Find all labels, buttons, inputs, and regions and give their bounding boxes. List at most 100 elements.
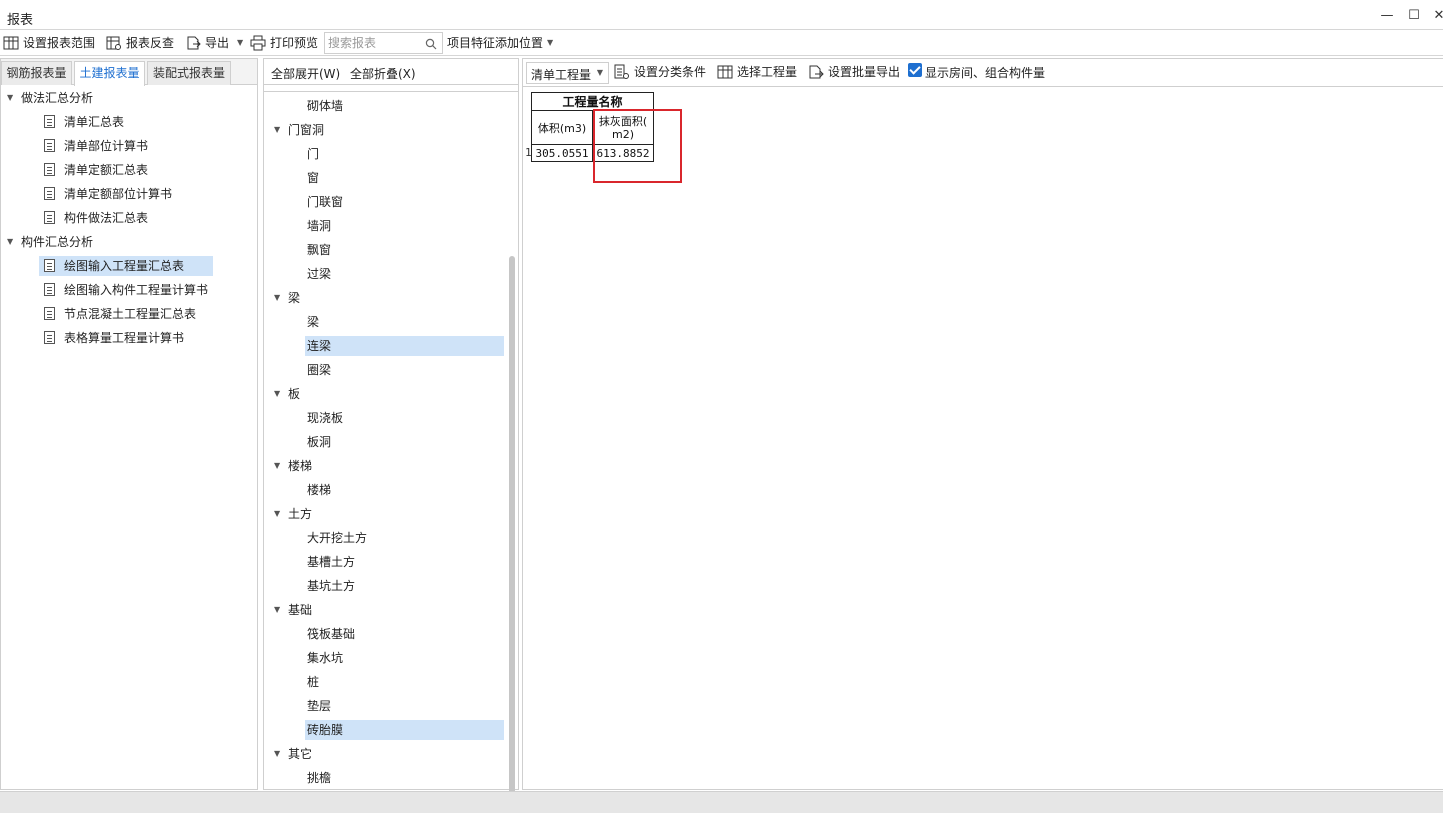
tree-group-beam[interactable]: ▼ 梁 — [274, 288, 504, 308]
set-report-range-button[interactable]: 设置报表范围 — [3, 33, 103, 53]
quantity-type-select[interactable]: 清单工程量 ▼ — [526, 62, 609, 84]
tree-leaf[interactable]: 大开挖土方 — [307, 528, 504, 548]
document-icon — [44, 211, 55, 224]
document-icon — [44, 115, 55, 128]
collapse-all-button[interactable]: 全部折叠(X) — [350, 65, 416, 82]
document-icon — [44, 187, 55, 200]
report-view-panel: 清单工程量 ▼ 设置分类条件 选择工程量 设置批量导出 显示房间、组合构件量 工… — [522, 58, 1443, 790]
minimize-button[interactable]: — — [1377, 6, 1397, 26]
report-category-panel: 钢筋报表量 土建报表量 装配式报表量 ▼ 做法汇总分析 清单汇总表 清单部位计算… — [0, 58, 258, 790]
maximize-button[interactable]: ☐ — [1404, 6, 1424, 26]
expand-triangle-icon[interactable]: ▼ — [274, 288, 280, 308]
annotation-highlight-box — [593, 109, 682, 183]
document-icon — [44, 307, 55, 320]
set-category-button[interactable]: 设置分类条件 — [614, 62, 710, 82]
expand-triangle-icon[interactable]: ▼ — [274, 120, 280, 140]
print-preview-button[interactable]: 打印预览 — [250, 33, 320, 53]
document-icon — [44, 283, 55, 296]
tree-leaf-selected[interactable]: 砖胎膜 — [305, 720, 504, 740]
tree-group-stairs[interactable]: ▼ 楼梯 — [274, 456, 504, 476]
tree-item-drawing-quantity-summary[interactable]: 绘图输入工程量汇总表 — [39, 256, 213, 276]
tree-group-foundation[interactable]: ▼ 基础 — [274, 600, 504, 620]
table-cell-volume[interactable]: 305.0551 — [531, 144, 593, 162]
batch-export-button[interactable]: 设置批量导出 — [808, 62, 904, 82]
tab-prefab-report[interactable]: 装配式报表量 — [147, 61, 231, 85]
component-tree: 砌体墙 ▼ 门窗洞 门 窗 门联窗 墙洞 飘窗 过梁 ▼ 梁 梁 连梁 圈梁 ▼ 板 … — [264, 91, 518, 812]
show-rooms-checkbox[interactable] — [908, 63, 922, 77]
chevron-down-icon: ▼ — [547, 38, 554, 47]
tree-leaf[interactable]: 挑檐 — [307, 768, 504, 788]
document-icon — [44, 331, 55, 344]
expand-triangle-icon[interactable]: ▼ — [274, 456, 280, 476]
tree-item-component-method-summary[interactable]: 构件做法汇总表 — [39, 208, 213, 228]
tree-item-bill-quota-summary[interactable]: 清单定额汇总表 — [39, 160, 213, 180]
tab-civil-report[interactable]: 土建报表量 — [74, 61, 145, 86]
tree-leaf[interactable]: 桩 — [307, 672, 504, 692]
tree-group-other[interactable]: ▼ 其它 — [274, 744, 504, 764]
window-title: 报表 — [7, 13, 34, 28]
document-icon — [44, 259, 55, 272]
expand-triangle-icon[interactable]: ▼ — [274, 504, 280, 524]
tree-leaf[interactable]: 楼梯 — [307, 480, 504, 500]
tree-item-table-quantity-calc[interactable]: 表格算量工程量计算书 — [39, 328, 239, 348]
feature-position-dropdown[interactable]: 项目特征添加位置 ▼ — [447, 33, 557, 53]
tree-scrollbar[interactable] — [509, 256, 515, 812]
expand-triangle-icon[interactable]: ▼ — [274, 600, 280, 620]
select-quantity-button[interactable]: 选择工程量 — [717, 62, 799, 82]
table-header-group: 工程量名称 — [531, 92, 654, 111]
tree-item-drawing-component-calc[interactable]: 绘图输入构件工程量计算书 — [39, 280, 239, 300]
tree-leaf[interactable]: 板洞 — [307, 432, 504, 452]
expand-triangle-icon[interactable]: ▼ — [274, 744, 280, 764]
tree-group-door-window[interactable]: ▼ 门窗洞 — [274, 120, 504, 140]
tree-leaf-selected[interactable]: 连梁 — [305, 336, 504, 356]
tree-leaf[interactable]: 现浇板 — [307, 408, 504, 428]
expand-triangle-icon[interactable]: ▼ — [7, 88, 13, 108]
report-reverse-check-button[interactable]: 报表反查 — [106, 33, 180, 53]
tree-leaf[interactable]: 门联窗 — [307, 192, 504, 212]
export-button[interactable]: 导出 ▼ — [185, 33, 245, 53]
title-bar: 报表 — ☐ ✕ — [0, 0, 1443, 30]
tree-leaf[interactable]: 窗 — [307, 168, 504, 188]
tree-leaf[interactable]: 门 — [307, 144, 504, 164]
tree-leaf[interactable]: 垫层 — [307, 696, 504, 716]
tree-group-slab[interactable]: ▼ 板 — [274, 384, 504, 404]
tree-leaf[interactable]: 梁 — [307, 312, 504, 332]
expand-triangle-icon[interactable]: ▼ — [274, 384, 280, 404]
grid-range-icon — [3, 36, 19, 50]
tree-group-earthwork[interactable]: ▼ 土方 — [274, 504, 504, 524]
tree-leaf[interactable]: 飘窗 — [307, 240, 504, 260]
tree-leaf[interactable]: 筏板基础 — [307, 624, 504, 644]
tree-leaf[interactable]: 圈梁 — [307, 360, 504, 380]
component-tree-panel: 全部展开(W) 全部折叠(X) 砌体墙 ▼ 门窗洞 门 窗 门联窗 墙洞 飘窗 过… — [263, 58, 519, 812]
show-rooms-label: 显示房间、组合构件量 — [925, 66, 1046, 80]
document-icon — [44, 163, 55, 176]
tab-rebar-report[interactable]: 钢筋报表量 — [1, 61, 72, 85]
tree-item-bill-location-calc[interactable]: 清单部位计算书 — [39, 136, 213, 156]
tree-leaf[interactable]: 集水坑 — [307, 648, 504, 668]
tree-leaf[interactable]: 砌体墙 — [307, 96, 504, 116]
report-toolbar: 清单工程量 ▼ 设置分类条件 选择工程量 设置批量导出 显示房间、组合构件量 — [523, 59, 1443, 87]
search-report-box — [324, 32, 443, 54]
tree-leaf[interactable]: 墙洞 — [307, 216, 504, 236]
tree-group-component-summary[interactable]: ▼ 构件汇总分析 — [7, 232, 247, 252]
main-toolbar: 设置报表范围 报表反查 导出 ▼ 打印预览 项目特征添加位置 ▼ — [0, 30, 1443, 56]
tree-item-bill-quota-location-calc[interactable]: 清单定额部位计算书 — [39, 184, 213, 204]
report-tabs: 钢筋报表量 土建报表量 装配式报表量 — [1, 59, 257, 86]
column-header-volume: 体积(m3) — [531, 110, 593, 145]
search-report-input[interactable] — [328, 35, 420, 51]
tree-group-method-summary[interactable]: ▼ 做法汇总分析 — [7, 88, 247, 108]
tree-leaf[interactable]: 基槽土方 — [307, 552, 504, 572]
tree-header-bar: 全部展开(W) 全部折叠(X) — [264, 59, 518, 85]
tree-item-bill-summary[interactable]: 清单汇总表 — [39, 112, 213, 132]
search-icon[interactable] — [425, 38, 437, 50]
tree-leaf[interactable]: 基坑土方 — [307, 576, 504, 596]
tree-leaf[interactable]: 过梁 — [307, 264, 504, 284]
document-icon — [44, 139, 55, 152]
expand-all-button[interactable]: 全部展开(W) — [271, 65, 340, 82]
expand-triangle-icon[interactable]: ▼ — [7, 232, 13, 252]
tree-item-node-concrete-summary[interactable]: 节点混凝土工程量汇总表 — [39, 304, 239, 324]
export-dropdown-icon[interactable]: ▼ — [237, 33, 243, 53]
chevron-down-icon: ▼ — [596, 68, 603, 77]
batch-export-icon — [809, 65, 824, 79]
close-button[interactable]: ✕ — [1429, 6, 1443, 26]
